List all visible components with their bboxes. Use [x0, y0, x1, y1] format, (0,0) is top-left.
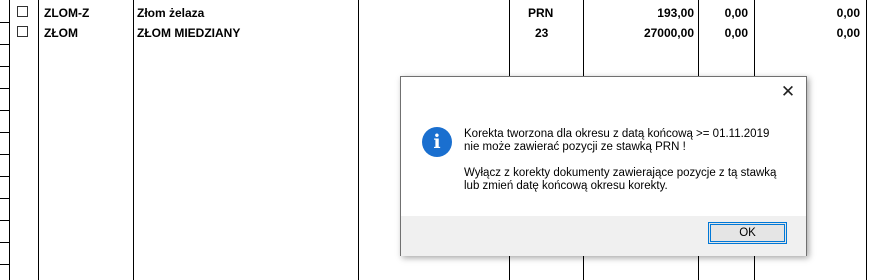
item-col7: 0,00	[836, 26, 860, 40]
item-name: Złom żelaza	[137, 6, 205, 20]
item-value: 27000,00	[643, 26, 694, 40]
message-line: Wyłącz z korekty dokumenty zawierające p…	[464, 167, 777, 179]
vat-rate: 23	[535, 26, 549, 40]
message-line: lub zmień datę końcową okresu korekty.	[464, 180, 668, 192]
vat-rate: PRN	[528, 6, 554, 20]
item-col6: 0,00	[724, 26, 748, 40]
item-code: ZLOM-Z	[44, 6, 90, 20]
row-checkbox[interactable]	[17, 26, 28, 37]
ok-button[interactable]: OK	[708, 222, 787, 244]
item-value: 193,00	[657, 6, 694, 20]
row-checkbox[interactable]	[17, 6, 28, 17]
close-icon[interactable]: ✕	[778, 82, 798, 102]
item-col7: 0,00	[836, 6, 860, 20]
item-code: ZŁOM	[44, 26, 78, 40]
item-name: ZŁOM MIEDZIANY	[137, 26, 241, 40]
table-row[interactable]: ZŁOM ZŁOM MIEDZIANY 23 27000,00 0,00 0,0…	[0, 22, 891, 44]
message-line: Korekta tworzona dla okresu z datą końco…	[464, 128, 770, 140]
message-line: nie może zawierać pozycji ze stawką PRN …	[464, 141, 686, 153]
info-icon: i	[422, 127, 452, 157]
table-row[interactable]: ZLOM-Z Złom żelaza PRN 193,00 0,00 0,00	[0, 2, 891, 24]
message-dialog: ✕ i Korekta tworzona dla okresu z datą k…	[400, 76, 807, 256]
item-col6: 0,00	[724, 6, 748, 20]
